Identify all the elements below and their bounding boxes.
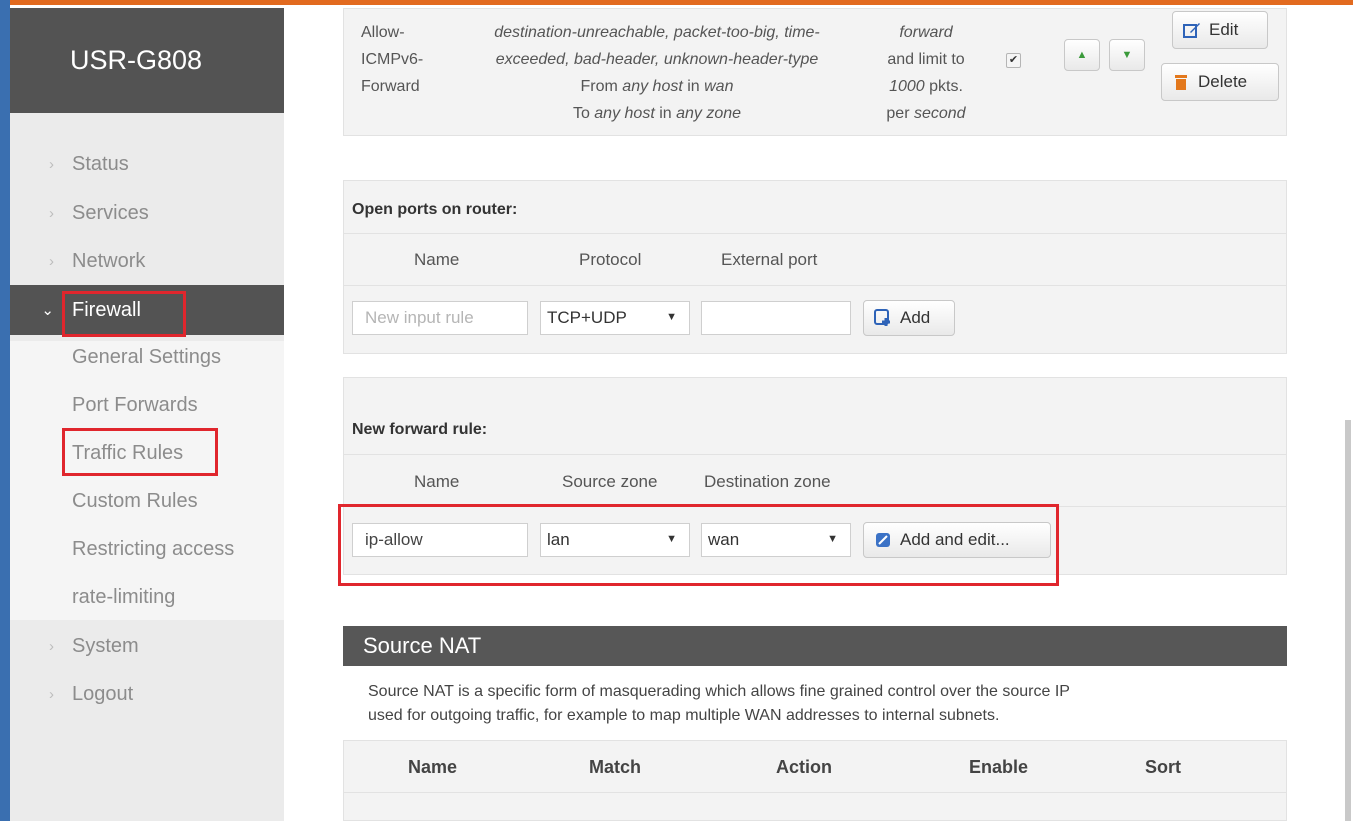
rule-name-line: Forward [361, 78, 420, 95]
edit-button-label: Edit [1209, 20, 1239, 39]
to-label: To [572, 105, 595, 122]
trash-icon [1172, 73, 1190, 91]
sidebar-item-logout[interactable]: › Logout [10, 675, 284, 713]
rule-limit: 1000 pkts. [864, 73, 988, 100]
add-button[interactable]: Add [863, 300, 955, 336]
from-host: any host [622, 78, 683, 95]
chevron-right-icon: › [49, 685, 54, 703]
rule-name-line: ICMPv6- [361, 51, 424, 68]
move-up-button[interactable]: ▲ [1064, 39, 1100, 71]
column-header-name: Name [414, 472, 460, 491]
source-nat-table: Name Match Action Enable Sort [343, 740, 1287, 821]
limit-value: 1000 [889, 78, 925, 95]
chevron-right-icon: › [49, 204, 54, 222]
to-host: any host [594, 105, 655, 122]
sidebar-item-label: System [72, 634, 139, 657]
rule-match-types: destination-unreachable, packet-too-big,… [494, 24, 820, 41]
rule-limit-label: and limit to [887, 51, 965, 68]
column-header-source-zone: Source zone [562, 472, 658, 491]
description-line: Source NAT is a specific form of masquer… [368, 683, 1070, 700]
rule-name: Allow- ICMPv6- Forward [361, 19, 423, 100]
protocol-select-value: TCP+UDP [547, 308, 627, 327]
sidebar-item-label: Logout [72, 682, 134, 705]
dropdown-arrow-icon: ▼ [666, 311, 677, 323]
column-header-match: Match [589, 757, 642, 777]
column-header-action: Action [776, 757, 832, 777]
new-input-rule-field[interactable]: New input rule [352, 301, 528, 335]
icmp-rule-row: Allow- ICMPv6- Forward destination-unrea… [343, 8, 1287, 136]
arrow-down-icon: ▼ [1121, 49, 1133, 61]
enable-checkbox[interactable]: ✔ [1006, 53, 1021, 68]
column-header-external-port: External port [721, 250, 818, 269]
rule-action: forward and limit to 1000 pkts. per seco… [864, 19, 988, 127]
traffic-rules-highlight-box [62, 428, 218, 476]
submenu-item-restricting-access[interactable]: Restricting access [72, 538, 234, 561]
forward-rule-highlight-box [338, 504, 1059, 586]
period-value: second [913, 105, 966, 122]
open-ports-section: Open ports on router: Name Protocol Exte… [343, 180, 1287, 354]
divider [344, 233, 1286, 234]
sidebar-item-label: Services [72, 201, 149, 224]
sidebar-item-network[interactable]: › Network [10, 242, 284, 280]
edit-button[interactable]: Edit [1172, 11, 1268, 49]
firewall-highlight-box [62, 291, 186, 337]
rule-name-line: Allow- [361, 24, 405, 41]
limit-unit: pkts. [924, 78, 963, 95]
external-port-field[interactable] [701, 301, 851, 335]
column-header-name: Name [414, 250, 460, 269]
per-label: per [886, 105, 914, 122]
move-down-button[interactable]: ▼ [1109, 39, 1145, 71]
divider [344, 285, 1286, 286]
top-accent-bar [0, 0, 1353, 5]
submenu-item-rate-limiting[interactable]: rate-limiting [72, 586, 175, 609]
rule-match-types: exceeded, bad-header, unknown-header-typ… [495, 51, 819, 68]
section-caption: Open ports on router: [352, 201, 518, 218]
in-label: in [682, 78, 705, 95]
rule-action-value: forward [899, 24, 953, 41]
column-header-sort: Sort [1145, 757, 1181, 777]
sidebar: USR-G808 › Status › Services › Network ⌄… [10, 8, 284, 821]
divider [344, 792, 1286, 793]
firewall-submenu [10, 341, 284, 620]
delete-button[interactable]: Delete [1161, 63, 1279, 101]
from-label: From [580, 78, 623, 95]
delete-button-label: Delete [1198, 72, 1248, 91]
source-nat-description: Source NAT is a specific form of masquer… [368, 680, 1268, 728]
column-header-enable: Enable [969, 757, 1029, 777]
sidebar-item-system[interactable]: › System [10, 627, 284, 665]
divider [344, 454, 1286, 455]
chevron-right-icon: › [49, 637, 54, 655]
add-icon [874, 309, 892, 327]
section-caption: New forward rule: [352, 421, 488, 438]
submenu-item-custom-rules[interactable]: Custom Rules [72, 490, 198, 513]
from-zone: wan [704, 78, 734, 95]
submenu-item-port-forwards[interactable]: Port Forwards [72, 394, 198, 417]
column-header-destination-zone: Destination zone [704, 472, 831, 491]
to-zone: any zone [676, 105, 742, 122]
sidebar-item-status[interactable]: › Status [10, 145, 284, 183]
in-label: in [654, 105, 677, 122]
chevron-right-icon: › [49, 155, 54, 173]
edit-icon [1183, 21, 1201, 39]
sidebar-item-label: Status [72, 152, 129, 175]
rule-destination: To any host in any zone [452, 100, 862, 127]
page-scrollbar[interactable] [1345, 420, 1351, 821]
sidebar-item-label: Network [72, 249, 146, 272]
submenu-item-general-settings[interactable]: General Settings [72, 346, 221, 369]
protocol-select[interactable]: TCP+UDP ▼ [540, 301, 690, 335]
brand-logo: USR-G808 [10, 8, 284, 113]
left-accent-bar [0, 0, 10, 821]
column-header-name: Name [408, 757, 458, 777]
chevron-right-icon: › [49, 252, 54, 270]
rule-limit-period: per second [864, 100, 988, 127]
section-title-source-nat: Source NAT [343, 626, 1287, 666]
sidebar-item-services[interactable]: › Services [10, 194, 284, 232]
rule-source: From any host in wan [452, 73, 862, 100]
arrow-up-icon: ▲ [1076, 49, 1088, 61]
column-header-protocol: Protocol [579, 250, 642, 269]
description-line: used for outgoing traffic, for example t… [368, 707, 1000, 724]
rule-match: destination-unreachable, packet-too-big,… [452, 19, 862, 127]
add-button-label: Add [900, 308, 931, 327]
